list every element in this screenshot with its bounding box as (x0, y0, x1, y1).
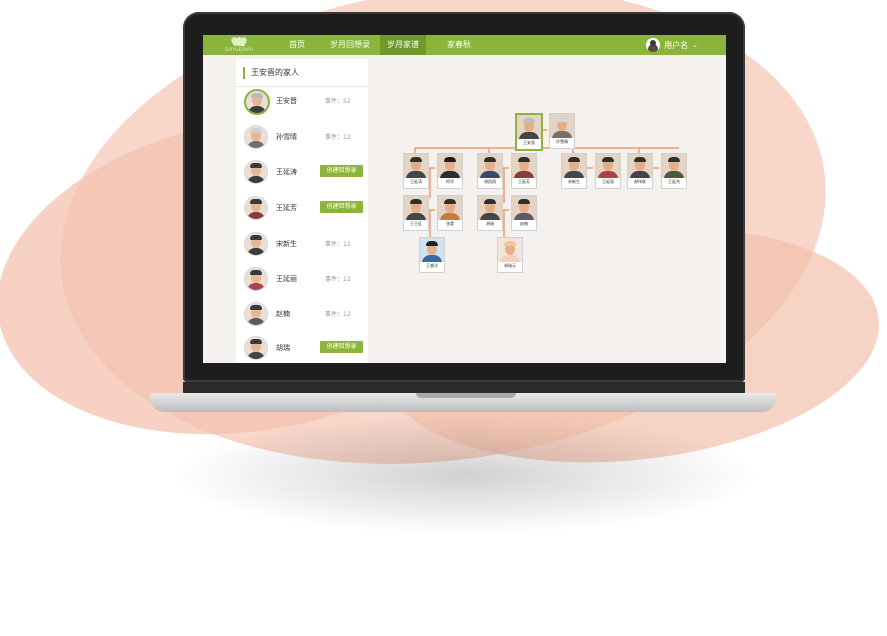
member-avatar (244, 267, 268, 291)
member-item[interactable]: 宋新生 事件：12 (244, 229, 368, 259)
member-name: 王延涛 (276, 168, 297, 176)
node-name: 胡瑞 (486, 221, 494, 226)
tree-node[interactable]: 张桑 (437, 195, 463, 231)
member-avatar (244, 89, 270, 115)
member-name: 王延芳 (276, 204, 297, 212)
tree-node[interactable]: 胡瑞 (477, 195, 503, 231)
tree-node[interactable]: 王延杰 (661, 153, 687, 189)
laptop-notch (416, 393, 516, 398)
tree-node[interactable]: 王延芳 (511, 153, 537, 189)
tree-node[interactable]: 王王征 (403, 195, 429, 231)
member-item[interactable]: 赵楠 事件：12 (244, 299, 368, 329)
laptop-shadow (170, 415, 760, 535)
node-name: 王延涛 (410, 179, 422, 184)
tree-node[interactable]: 宋新生 (561, 153, 587, 189)
tree-node[interactable]: 王安晋 (515, 113, 543, 151)
node-name: 孙雪晴 (556, 139, 568, 144)
node-name: 胡瑞元 (504, 263, 516, 268)
tree-node[interactable]: 胡瑞元 (497, 237, 523, 273)
nav-memoir[interactable]: 岁月回想录 (320, 35, 380, 55)
node-name: 宋新生 (568, 179, 580, 184)
member-avatar (244, 196, 268, 220)
node-name: 张桑 (446, 221, 454, 226)
chevron-down-icon: ⌄ (692, 41, 698, 49)
logo-icon[interactable]: SUIYUEJIAPU (225, 36, 253, 54)
tree-node[interactable]: 王睿洋 (419, 237, 445, 273)
member-name: 宋新生 (276, 240, 297, 248)
member-name: 王安晋 (276, 97, 297, 105)
member-item[interactable]: 王延涛 创建回想录 (244, 157, 368, 187)
member-name: 孙雪晴 (276, 133, 297, 141)
event-count: 事件：12 (325, 134, 351, 141)
create-memoir-button[interactable]: 创建回想录 (320, 201, 363, 213)
tree-node[interactable]: 胡凯翔 (477, 153, 503, 189)
member-item[interactable]: 孙雪晴 事件：12 (244, 122, 368, 152)
node-name: 王延芳 (518, 179, 530, 184)
sidebar-title: 王安晋的家人 (243, 67, 299, 79)
member-avatar (244, 232, 268, 256)
member-avatar (244, 160, 268, 184)
event-count: 事件：52 (325, 98, 351, 105)
create-memoir-button[interactable]: 创建回想录 (320, 341, 363, 353)
member-item[interactable]: 王安晋 事件：52 (244, 86, 368, 116)
node-name: 王睿洋 (426, 263, 438, 268)
member-name: 王延丽 (276, 275, 297, 283)
tree-node[interactable]: 郝伟联 (627, 153, 653, 189)
user-avatar-icon (646, 38, 661, 52)
username-label: 用户名 (664, 40, 689, 50)
event-count: 事件：12 (325, 276, 351, 283)
member-item[interactable]: 王延丽 事件：12 (244, 264, 368, 294)
nav-home[interactable]: 首页 (275, 35, 319, 55)
node-name: 王安晋 (523, 140, 535, 145)
logo-text: SUIYUEJIAPU (225, 47, 254, 52)
member-avatar (244, 336, 268, 360)
member-avatar (244, 125, 268, 149)
node-name: 郝伟联 (634, 179, 646, 184)
member-avatar (244, 302, 268, 326)
node-name: 王延杰 (668, 179, 680, 184)
nav-family-chronicle[interactable]: 家春秋 (439, 35, 479, 55)
tree-node[interactable]: 王延涛 (403, 153, 429, 189)
nav-family-tree[interactable]: 岁月家谱 (380, 35, 426, 55)
app-screen: SUIYUEJIAPU 首页 岁月回想录 岁月家谱 家春秋 用户名 ⌄ 王安晋的… (203, 35, 726, 363)
member-item[interactable]: 王延芳 创建回想录 (244, 193, 368, 223)
event-count: 事件：12 (325, 241, 351, 248)
node-name: 赵楠 (520, 221, 528, 226)
member-name: 赵楠 (276, 310, 290, 318)
member-item[interactable]: 胡瑞 创建回想录 (244, 333, 368, 363)
node-name: 王延丽 (602, 179, 614, 184)
tree-node[interactable]: 孙雪晴 (549, 113, 575, 149)
tree-node[interactable]: 赵楠 (511, 195, 537, 231)
node-name: 柯华 (446, 179, 454, 184)
member-name: 胡瑞 (276, 344, 290, 352)
tree-node[interactable]: 柯华 (437, 153, 463, 189)
top-navbar: SUIYUEJIAPU 首页 岁月回想录 岁月家谱 家春秋 用户名 ⌄ (203, 35, 726, 55)
tree-node[interactable]: 王延丽 (595, 153, 621, 189)
node-name: 王王征 (410, 221, 422, 226)
event-count: 事件：12 (325, 311, 351, 318)
family-sidebar: 王安晋的家人 王安晋 事件：52 孙雪晴 事件：12 王延涛 创建回想录 王延芳… (236, 59, 368, 363)
user-menu[interactable]: 用户名 ⌄ (646, 37, 698, 53)
family-tree: 王安晋 孙雪晴 王延涛 柯华 胡凯翔 王延芳 宋新生 王延丽 郝伟联 王延杰 王… (401, 113, 701, 313)
node-name: 胡凯翔 (484, 179, 496, 184)
create-memoir-button[interactable]: 创建回想录 (320, 165, 363, 177)
